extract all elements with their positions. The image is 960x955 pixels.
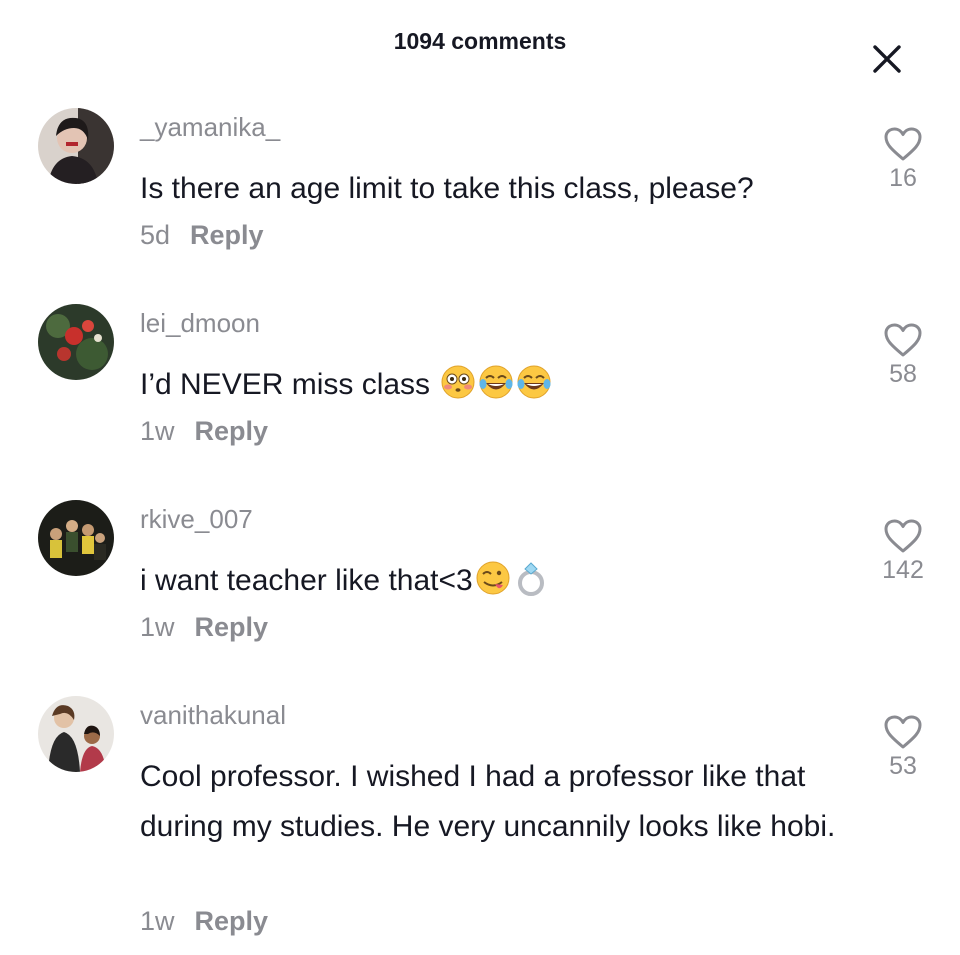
comment-meta: 1w Reply bbox=[140, 612, 268, 643]
reply-button[interactable]: Reply bbox=[190, 220, 264, 250]
comment-text: I’d NEVER miss class bbox=[140, 360, 840, 410]
like-button[interactable]: 58 bbox=[872, 322, 934, 389]
avatar[interactable] bbox=[38, 304, 114, 380]
comment-text: Is there an age limit to take this class… bbox=[140, 172, 754, 205]
comment-age: 1w bbox=[140, 612, 175, 642]
comment-meta: 1w Reply bbox=[140, 906, 268, 937]
comment-text: Cool professor. I wished I had a profess… bbox=[140, 760, 836, 843]
avatar[interactable] bbox=[38, 696, 114, 772]
comment-age: 1w bbox=[140, 416, 175, 446]
face-savoring-food-emoji bbox=[476, 561, 510, 595]
heart-outline-icon bbox=[884, 323, 922, 357]
comment-username[interactable]: _yamanika_ bbox=[140, 112, 280, 143]
comment-age: 5d bbox=[140, 220, 171, 250]
reply-button[interactable]: Reply bbox=[195, 906, 269, 936]
like-button[interactable]: 53 bbox=[872, 714, 934, 781]
comment-meta: 1w Reply bbox=[140, 416, 268, 447]
like-count: 16 bbox=[889, 164, 917, 192]
comment-text: i want teacher like that<3 bbox=[140, 556, 840, 606]
heart-outline-icon bbox=[884, 127, 922, 161]
reply-button[interactable]: Reply bbox=[195, 612, 269, 642]
comment-username[interactable]: rkive_007 bbox=[140, 504, 253, 535]
flushed-face-emoji bbox=[441, 365, 475, 399]
avatar[interactable] bbox=[38, 108, 114, 184]
reply-button[interactable]: Reply bbox=[195, 416, 269, 446]
comment-username[interactable]: lei_dmoon bbox=[140, 308, 260, 339]
like-count: 53 bbox=[889, 752, 917, 780]
close-icon bbox=[873, 45, 901, 73]
avatar[interactable] bbox=[38, 500, 114, 576]
like-count: 58 bbox=[889, 360, 917, 388]
like-button[interactable]: 142 bbox=[872, 518, 934, 585]
comments-count-title: 1094 comments bbox=[393, 28, 567, 54]
close-button[interactable] bbox=[866, 38, 908, 80]
comment-meta: 5d Reply bbox=[140, 220, 264, 251]
tears-of-joy-emoji bbox=[517, 365, 551, 399]
ring-emoji bbox=[517, 562, 544, 596]
like-count: 142 bbox=[882, 556, 924, 584]
heart-outline-icon bbox=[884, 715, 922, 749]
comment-age: 1w bbox=[140, 906, 175, 936]
comments-sheet: 1094 comments _yamanika_ Is there an age… bbox=[0, 0, 960, 955]
comment-username[interactable]: vanithakunal bbox=[140, 700, 286, 731]
heart-outline-icon bbox=[884, 519, 922, 553]
tears-of-joy-emoji bbox=[479, 365, 513, 399]
like-button[interactable]: 16 bbox=[872, 126, 934, 193]
